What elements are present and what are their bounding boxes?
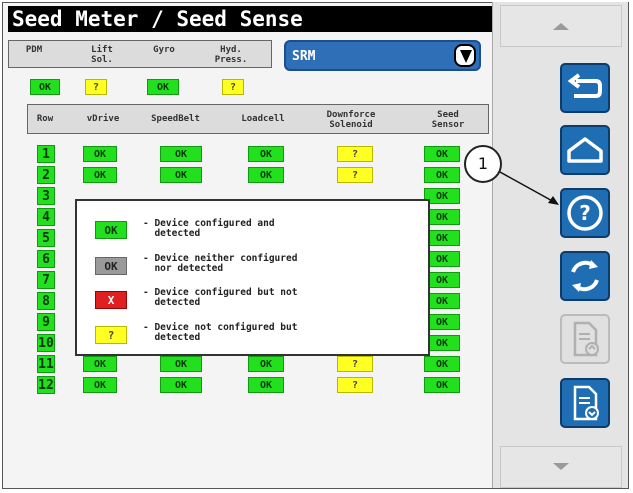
status-pdm[interactable]: OK [30, 79, 60, 95]
mode-dropdown[interactable]: SRM [284, 40, 481, 71]
page-title: Seed Meter / Seed Sense [8, 6, 493, 32]
row-2-seed-sensor-status[interactable]: OK [424, 167, 460, 183]
import-document-icon [573, 321, 599, 357]
status-hyd-press[interactable]: ? [222, 79, 244, 95]
row-2-speedbelt-status[interactable]: OK [160, 167, 202, 183]
top-status-header: PDM Lift Sol. Gyro Hyd. Press. [8, 40, 272, 68]
row-12-seed-sensor-status[interactable]: OK [424, 377, 460, 393]
row-number: 8 [37, 292, 55, 310]
row-number: 9 [37, 313, 55, 331]
row-11-loadcell-status[interactable]: OK [248, 356, 284, 372]
header-hyd-press: Hyd. Press. [214, 45, 248, 65]
back-button[interactable] [560, 63, 610, 113]
scroll-down-button[interactable] [500, 446, 622, 488]
row-12-vdrive-status[interactable]: OK [83, 377, 117, 393]
back-arrow-icon [567, 73, 602, 98]
row-2-downforce-status[interactable]: ? [337, 167, 373, 183]
row-number: 4 [37, 208, 55, 226]
refresh-button[interactable] [560, 251, 610, 301]
row-12-downforce-status[interactable]: ? [337, 377, 373, 393]
chevron-down-icon [553, 463, 569, 470]
row-number: 11 [37, 355, 55, 373]
row-1-loadcell-status[interactable]: OK [248, 146, 284, 162]
row-1-vdrive-status[interactable]: OK [83, 146, 117, 162]
row-number: 2 [37, 166, 55, 184]
col-row: Row [36, 114, 54, 124]
row-11-seed-sensor-status[interactable]: OK [424, 356, 460, 372]
row-12-speedbelt-status[interactable]: OK [160, 377, 202, 393]
col-seed-sensor: Seed Sensor [431, 110, 465, 130]
header-gyro: Gyro [153, 45, 175, 55]
col-loadcell: Loadcell [241, 114, 285, 124]
import-button[interactable] [560, 314, 610, 364]
row-11-downforce-status[interactable]: ? [337, 356, 373, 372]
row-number: 5 [37, 229, 55, 247]
chevron-down-icon[interactable] [454, 44, 476, 67]
home-button[interactable] [560, 125, 610, 175]
row-2-vdrive-status[interactable]: OK [83, 167, 117, 183]
row-1-downforce-status[interactable]: ? [337, 146, 373, 162]
header-pdm: PDM [25, 45, 43, 55]
legend-swatch-x: X [95, 291, 127, 309]
status-lift-sol[interactable]: ? [85, 79, 107, 95]
legend-swatch-q: ? [95, 326, 127, 344]
legend-text-grey: - Device neither configured nor detected [143, 253, 298, 274]
legend-text-x: - Device configured but not detected [143, 287, 298, 308]
row-number: 1 [37, 145, 55, 163]
refresh-icon [571, 260, 599, 292]
status-legend-popup: OK - Device configured and detected OK -… [75, 199, 430, 356]
legend-text-ok: - Device configured and detected [143, 218, 275, 239]
table-header: Row vDrive SpeedBelt Loadcell Downforce … [27, 104, 489, 134]
scroll-up-button[interactable] [500, 5, 622, 47]
header-lift-sol: Lift Sol. [91, 45, 113, 65]
row-number: 3 [37, 187, 55, 205]
svg-text:?: ? [579, 201, 591, 225]
callout-number: 1 [464, 145, 502, 183]
col-vdrive: vDrive [86, 114, 120, 124]
legend-swatch-ok: OK [95, 221, 127, 239]
row-number: 7 [37, 271, 55, 289]
row-number: 10 [37, 334, 55, 352]
row-1-seed-sensor-status[interactable]: OK [424, 146, 460, 162]
help-button[interactable]: ? [560, 188, 610, 238]
export-document-icon [573, 385, 599, 421]
home-icon [567, 137, 603, 163]
col-downforce-solenoid: Downforce Solenoid [326, 110, 376, 130]
col-speedbelt: SpeedBelt [151, 114, 200, 124]
row-number: 6 [37, 250, 55, 268]
row-number: 12 [37, 376, 55, 394]
export-button[interactable] [560, 378, 610, 428]
status-gyro[interactable]: OK [147, 79, 179, 95]
row-1-speedbelt-status[interactable]: OK [160, 146, 202, 162]
dropdown-value: SRM [292, 49, 316, 64]
row-11-speedbelt-status[interactable]: OK [160, 356, 202, 372]
chevron-up-icon [553, 23, 569, 30]
legend-text-q: - Device not configured but detected [143, 322, 298, 343]
row-12-loadcell-status[interactable]: OK [248, 377, 284, 393]
help-icon: ? [567, 195, 603, 231]
legend-swatch-grey: OK [95, 257, 127, 275]
row-2-loadcell-status[interactable]: OK [248, 167, 284, 183]
row-11-vdrive-status[interactable]: OK [83, 356, 117, 372]
